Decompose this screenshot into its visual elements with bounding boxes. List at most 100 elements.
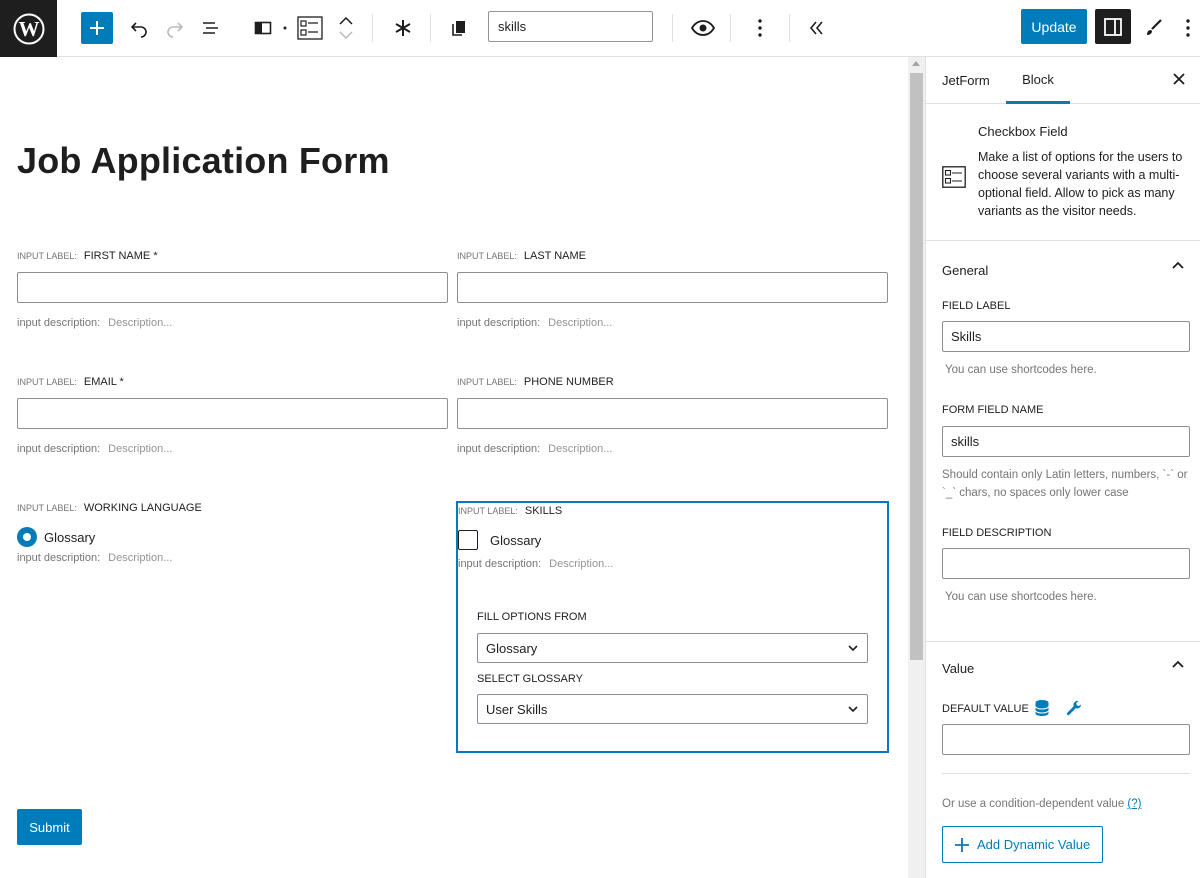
scroll-up-arrow-icon[interactable] bbox=[912, 61, 920, 66]
copy-icon bbox=[452, 21, 465, 36]
document-overview-button[interactable] bbox=[197, 12, 225, 44]
dot-separator bbox=[281, 12, 289, 44]
chevron-up-icon[interactable] bbox=[1171, 260, 1185, 270]
tab-block[interactable]: Block bbox=[1006, 57, 1070, 104]
radio-button[interactable] bbox=[17, 527, 37, 547]
wordpress-icon: W bbox=[13, 13, 44, 44]
working-language-field[interactable]: INPUT LABEL: WORKING LANGUAGE Glossary in… bbox=[17, 502, 448, 564]
chevron-up-icon[interactable] bbox=[1171, 659, 1185, 669]
description-placeholder[interactable]: Description... bbox=[549, 558, 613, 570]
redo-button[interactable] bbox=[161, 12, 189, 44]
chevron-down-icon[interactable] bbox=[339, 31, 353, 39]
block-layout-button[interactable] bbox=[249, 12, 277, 44]
wrench-icon[interactable] bbox=[1066, 700, 1083, 717]
description-placeholder[interactable]: Description... bbox=[548, 443, 612, 455]
fill-options-select[interactable]: Glossary bbox=[477, 633, 868, 663]
description-placeholder[interactable]: Description... bbox=[548, 317, 612, 329]
form-field-name-help: Should contain only Latin letters, numbe… bbox=[942, 469, 1188, 499]
submit-button[interactable]: Submit bbox=[17, 809, 82, 845]
database-icon[interactable] bbox=[1034, 699, 1050, 717]
input-description-key: input description: bbox=[457, 443, 541, 455]
first-name-field[interactable]: INPUT LABEL: FIRST NAME * input descripti… bbox=[17, 250, 448, 329]
description-placeholder[interactable]: Description... bbox=[108, 443, 172, 455]
block-description: Make a list of options for the users to … bbox=[978, 150, 1183, 218]
field-label[interactable]: LAST NAME bbox=[524, 250, 586, 262]
page-title[interactable]: Job Application Form bbox=[17, 140, 390, 182]
tab-jetform[interactable]: JetForm bbox=[942, 57, 990, 104]
preview-button[interactable] bbox=[689, 12, 717, 44]
field-label[interactable]: FIRST NAME * bbox=[84, 250, 158, 262]
add-dynamic-value-button[interactable]: Add Dynamic Value bbox=[942, 826, 1104, 863]
phone-number-input[interactable] bbox=[457, 398, 888, 429]
fill-options-value: Glossary bbox=[486, 640, 538, 656]
settings-toggle-button[interactable] bbox=[1095, 9, 1131, 44]
wordpress-logo-button[interactable]: W bbox=[0, 0, 57, 57]
chevron-down-icon bbox=[848, 645, 858, 652]
skills-checkbox-block[interactable]: INPUT LABEL: SKILLS Glossary input descr… bbox=[456, 501, 889, 753]
field-label[interactable]: WORKING LANGUAGE bbox=[84, 502, 202, 514]
styles-button[interactable] bbox=[1140, 12, 1168, 44]
phone-number-field[interactable]: INPUT LABEL: PHONE NUMBER input descripti… bbox=[457, 376, 888, 455]
canvas-scrollbar[interactable] bbox=[908, 57, 925, 878]
description-placeholder[interactable]: Description... bbox=[108, 317, 172, 329]
copy-button[interactable] bbox=[445, 12, 473, 44]
more-vertical-icon bbox=[1186, 19, 1190, 37]
jetform-button[interactable] bbox=[389, 12, 417, 44]
update-button[interactable]: Update bbox=[1021, 9, 1087, 44]
options-menu-button[interactable] bbox=[1180, 12, 1196, 44]
email-field[interactable]: INPUT LABEL: EMAIL * input description: De… bbox=[17, 376, 448, 455]
chevron-up-icon[interactable] bbox=[339, 17, 353, 25]
field-label-input[interactable]: Skills bbox=[942, 321, 1190, 352]
fill-options-label: FILL OPTIONS FROM bbox=[477, 611, 587, 623]
field-description-input[interactable] bbox=[942, 548, 1190, 579]
condition-help-link[interactable]: (?) bbox=[1127, 798, 1141, 810]
columns-icon bbox=[254, 21, 272, 35]
svg-text:W: W bbox=[18, 17, 39, 41]
field-label[interactable]: EMAIL * bbox=[84, 376, 124, 388]
checkbox-field-icon bbox=[942, 166, 966, 188]
move-block-controls[interactable] bbox=[337, 12, 355, 44]
field-label-label: FIELD LABEL bbox=[942, 300, 1011, 312]
input-label-key: INPUT LABEL: bbox=[17, 377, 77, 387]
input-label-key: INPUT LABEL: bbox=[457, 251, 517, 261]
block-options-button[interactable] bbox=[746, 12, 774, 44]
input-label-key: INPUT LABEL: bbox=[457, 377, 517, 387]
value-panel: Value DEFAULT VALUE Or use a condition-d… bbox=[926, 642, 1200, 878]
field-label-help: You can use shortcodes here. bbox=[945, 364, 1097, 376]
first-name-input[interactable] bbox=[17, 272, 448, 303]
checkbox[interactable] bbox=[458, 530, 478, 550]
undo-button[interactable] bbox=[125, 12, 153, 44]
select-glossary-label: SELECT GLOSSARY bbox=[477, 673, 583, 685]
block-type-button[interactable] bbox=[296, 12, 324, 44]
description-placeholder[interactable]: Description... bbox=[108, 552, 172, 564]
add-dynamic-value-label: Add Dynamic Value bbox=[977, 837, 1091, 852]
last-name-field[interactable]: INPUT LABEL: LAST NAME input description:… bbox=[457, 250, 888, 329]
input-label-key: INPUT LABEL: bbox=[17, 503, 77, 513]
email-input[interactable] bbox=[17, 398, 448, 429]
scroll-thumb[interactable] bbox=[910, 73, 923, 660]
dot-icon bbox=[283, 26, 287, 30]
select-glossary-value: User Skills bbox=[486, 701, 548, 717]
radio-option-label: Glossary bbox=[44, 529, 96, 545]
general-panel-title[interactable]: General bbox=[942, 263, 988, 278]
form-field-name-input[interactable]: skills bbox=[942, 426, 1190, 457]
collapse-toolbar-button[interactable] bbox=[802, 12, 830, 44]
condition-text: Or use a condition-dependent value (?) bbox=[942, 795, 1141, 813]
undo-icon bbox=[130, 22, 147, 38]
field-label-value: Skills bbox=[951, 329, 982, 344]
last-name-input[interactable] bbox=[457, 272, 888, 303]
sidebar-icon bbox=[1104, 17, 1122, 36]
checkbox-field-icon bbox=[297, 16, 323, 40]
close-icon[interactable] bbox=[1172, 72, 1186, 86]
select-glossary-select[interactable]: User Skills bbox=[477, 694, 868, 724]
field-label[interactable]: PHONE NUMBER bbox=[524, 376, 614, 388]
search-input[interactable] bbox=[488, 11, 653, 42]
default-value-input[interactable] bbox=[942, 724, 1190, 755]
block-card: Checkbox Field Make a list of options fo… bbox=[926, 104, 1200, 241]
add-block-button[interactable] bbox=[81, 12, 113, 44]
field-description-help: You can use shortcodes here. bbox=[945, 591, 1097, 603]
value-panel-title[interactable]: Value bbox=[942, 661, 974, 676]
list-view-icon bbox=[203, 22, 218, 34]
editor-toolbar: W Update bbox=[0, 0, 1200, 57]
field-label[interactable]: SKILLS bbox=[525, 505, 562, 517]
